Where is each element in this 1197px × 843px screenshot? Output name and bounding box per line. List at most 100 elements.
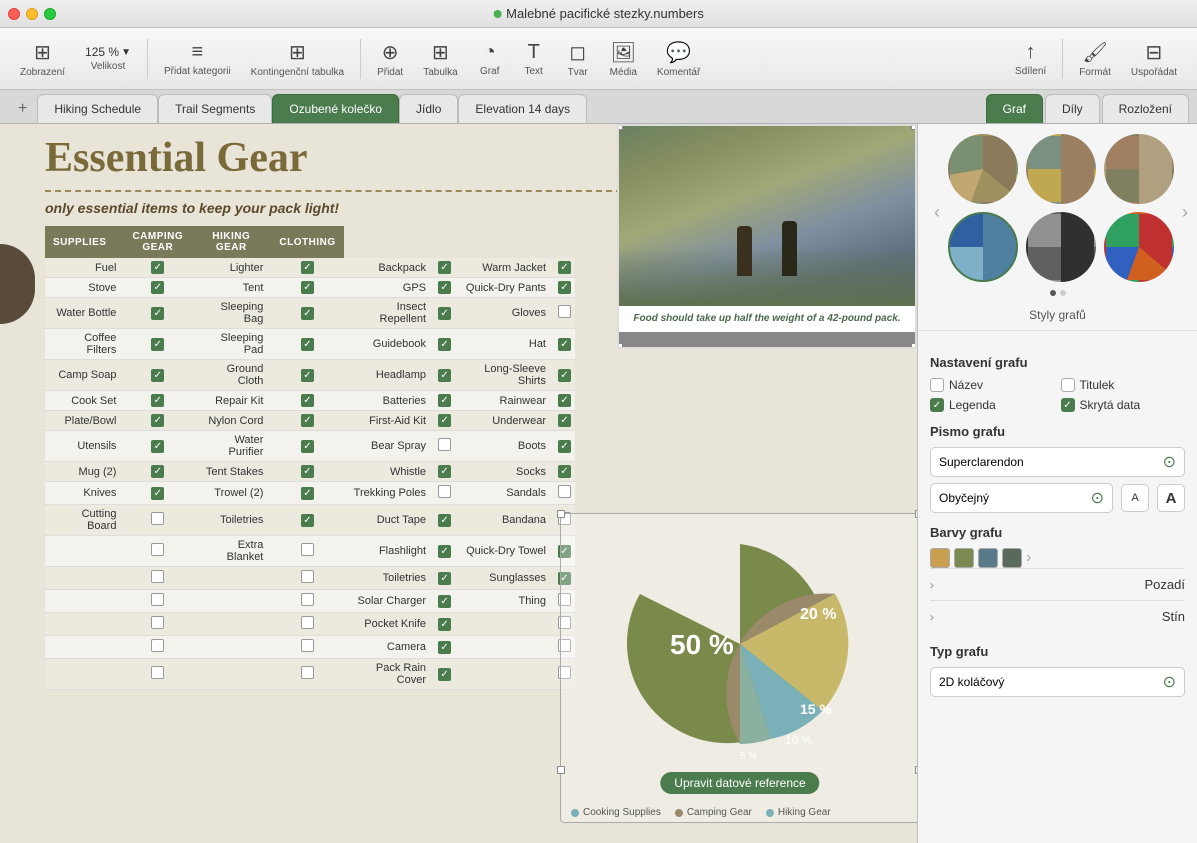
background-label: Pozadí bbox=[1145, 577, 1185, 592]
side-panel: ‹ › Styly grafů bbox=[917, 124, 1197, 843]
chart-handle-br[interactable] bbox=[915, 766, 917, 774]
add-sheet-button[interactable]: + bbox=[8, 94, 37, 123]
font-name-select[interactable]: Superclarendon ⊙ bbox=[930, 447, 1185, 477]
selection-handle-tl[interactable] bbox=[617, 124, 623, 130]
color-swatch-3[interactable] bbox=[978, 548, 998, 568]
tab-rozlozeni[interactable]: Rozložení bbox=[1102, 94, 1189, 123]
chart-style-1[interactable] bbox=[948, 134, 1018, 204]
image-placeholder bbox=[619, 126, 915, 306]
tab-hiking-schedule[interactable]: Hiking Schedule bbox=[37, 94, 158, 123]
nav-dot-1 bbox=[1050, 290, 1056, 296]
chart-type-title: Typ grafu bbox=[930, 644, 1185, 659]
hiker2 bbox=[782, 221, 797, 276]
image-caption: Food should take up half the weight of a… bbox=[619, 306, 915, 332]
main-layout: Essential Gear only essential items to k… bbox=[0, 124, 1197, 843]
size-button[interactable]: 125 % ▼ Velikost bbox=[77, 41, 139, 76]
hidden-data-checkbox-row[interactable]: ✓ Skrytá data bbox=[1061, 398, 1186, 412]
fullscreen-button[interactable] bbox=[44, 8, 56, 20]
col-camping: CAMPING GEAR bbox=[124, 226, 191, 258]
styles-prev-arrow[interactable]: ‹ bbox=[930, 202, 944, 223]
background-header[interactable]: › Pozadí bbox=[930, 577, 1185, 592]
chart-style-6[interactable] bbox=[1104, 212, 1174, 282]
font-size-small-btn[interactable]: A bbox=[1121, 484, 1149, 512]
shape-icon: ◻ bbox=[569, 40, 586, 65]
comment-icon: 💬 bbox=[666, 40, 691, 65]
col-supplies: SUPPLIES bbox=[45, 226, 124, 258]
edit-refs-button[interactable]: Upravit datové reference bbox=[660, 772, 819, 794]
font-size-large-btn[interactable]: A bbox=[1157, 484, 1185, 512]
titlebar: Malebné pacifické stezky.numbers bbox=[0, 0, 1197, 28]
chart-button[interactable]: ◔ Graf bbox=[470, 37, 510, 81]
table-header-row: SUPPLIES CAMPING GEAR HIKING GEAR CLOTHI… bbox=[45, 226, 575, 258]
selection-handle-br[interactable] bbox=[911, 343, 917, 349]
header-checkbox[interactable] bbox=[1061, 378, 1075, 392]
divider-line bbox=[45, 190, 622, 192]
color-swatch-1[interactable] bbox=[930, 548, 950, 568]
header-checkbox-row[interactable]: Titulek bbox=[1061, 378, 1186, 392]
share-button[interactable]: ↑ Sdílení bbox=[1007, 37, 1054, 81]
chart-handle-tr[interactable] bbox=[915, 510, 917, 518]
chart-styles-nav: ‹ › bbox=[930, 134, 1185, 290]
tab-trail-segments[interactable]: Trail Segments bbox=[158, 94, 272, 123]
add-button[interactable]: ⊕ Přidat bbox=[369, 36, 411, 82]
legend-hiking-dot bbox=[766, 809, 774, 817]
shadow-header[interactable]: › Stín bbox=[930, 609, 1185, 624]
selection-handle-tr[interactable] bbox=[911, 124, 917, 130]
legend-checkbox-row[interactable]: ✓ Legenda bbox=[930, 398, 1055, 412]
chart-block[interactable]: 50 % 20 % 15 % 10 % 5 % Upravit datové r… bbox=[560, 513, 917, 823]
shape-button[interactable]: ◻ Tvar bbox=[558, 36, 598, 82]
close-button[interactable] bbox=[8, 8, 20, 20]
table-button[interactable]: ⊞ Tabulka bbox=[415, 36, 465, 82]
settings-title: Nastavení grafu bbox=[930, 355, 1185, 370]
font-style-arrow: ⊙ bbox=[1091, 488, 1104, 508]
font-name-arrow: ⊙ bbox=[1163, 452, 1176, 472]
tab-dily[interactable]: Díly bbox=[1045, 94, 1100, 123]
image-ground bbox=[619, 246, 915, 306]
text-button[interactable]: T Text bbox=[514, 37, 554, 81]
tab-jidlo[interactable]: Jídlo bbox=[399, 94, 458, 123]
title-checkbox[interactable] bbox=[930, 378, 944, 392]
chart-handle-tl[interactable] bbox=[557, 510, 565, 518]
color-swatch-2[interactable] bbox=[954, 548, 974, 568]
col-clothing: CLOTHING bbox=[271, 226, 343, 258]
tab-ozubene-kolecko[interactable]: Ozubené kolečko bbox=[272, 94, 399, 123]
chart-style-5[interactable] bbox=[1026, 212, 1096, 282]
chart-style-4[interactable] bbox=[948, 212, 1018, 282]
font-style-select[interactable]: Obyčejný ⊙ bbox=[930, 483, 1113, 513]
traffic-lights bbox=[8, 8, 56, 20]
tab-elevation[interactable]: Elevation 14 days bbox=[458, 94, 587, 123]
arrange-button[interactable]: ⊟ Uspořádat bbox=[1123, 36, 1185, 82]
hidden-data-checkbox[interactable]: ✓ bbox=[1061, 398, 1075, 412]
sheet-tabs: + Hiking Schedule Trail Segments Ozubené… bbox=[8, 94, 587, 123]
legend-label: Legenda bbox=[949, 398, 996, 412]
table-row: Fuel✓Lighter✓Backpack✓Warm Jacket✓ bbox=[45, 258, 575, 278]
comment-button[interactable]: 💬 Komentář bbox=[649, 36, 708, 82]
add-category-button[interactable]: ≡ Přidat kategorii bbox=[156, 37, 239, 81]
font-large-label: A bbox=[1166, 490, 1177, 507]
chart-handle-bl[interactable] bbox=[557, 766, 565, 774]
minimize-button[interactable] bbox=[26, 8, 38, 20]
pie-label-5: 5 % bbox=[740, 751, 757, 762]
chart-type-arrow: ⊙ bbox=[1163, 672, 1176, 692]
table-row: Water Bottle✓Sleeping Bag✓Insect Repelle… bbox=[45, 298, 575, 329]
logo-decoration bbox=[0, 244, 35, 324]
title-label: Název bbox=[949, 378, 983, 392]
font-small-label: A bbox=[1131, 492, 1138, 504]
legend-checkbox[interactable]: ✓ bbox=[930, 398, 944, 412]
color-more-arrow[interactable]: › bbox=[1026, 549, 1031, 567]
format-button[interactable]: 🖌 Formát bbox=[1071, 36, 1119, 82]
chart-style-2[interactable] bbox=[1026, 134, 1096, 204]
pivot-button[interactable]: ⊞ Kontingenční tabulka bbox=[243, 36, 352, 82]
selection-handle-bl[interactable] bbox=[617, 343, 623, 349]
legend-camping-label: Camping Gear bbox=[687, 807, 752, 818]
tab-graf[interactable]: Graf bbox=[986, 94, 1043, 123]
media-button[interactable]: 🖼 Média bbox=[602, 36, 645, 82]
color-swatch-4[interactable] bbox=[1002, 548, 1022, 568]
chart-style-3[interactable] bbox=[1104, 134, 1174, 204]
shadow-section: › Stín bbox=[930, 600, 1185, 632]
chart-type-select[interactable]: 2D koláčový ⊙ bbox=[930, 667, 1185, 697]
title-checkbox-row[interactable]: Název bbox=[930, 378, 1055, 392]
view-button[interactable]: ⊞ Zobrazení bbox=[12, 36, 73, 82]
styles-next-arrow[interactable]: › bbox=[1178, 202, 1192, 223]
chart-legend: Cooking Supplies Camping Gear Hiking Gea… bbox=[571, 807, 831, 818]
